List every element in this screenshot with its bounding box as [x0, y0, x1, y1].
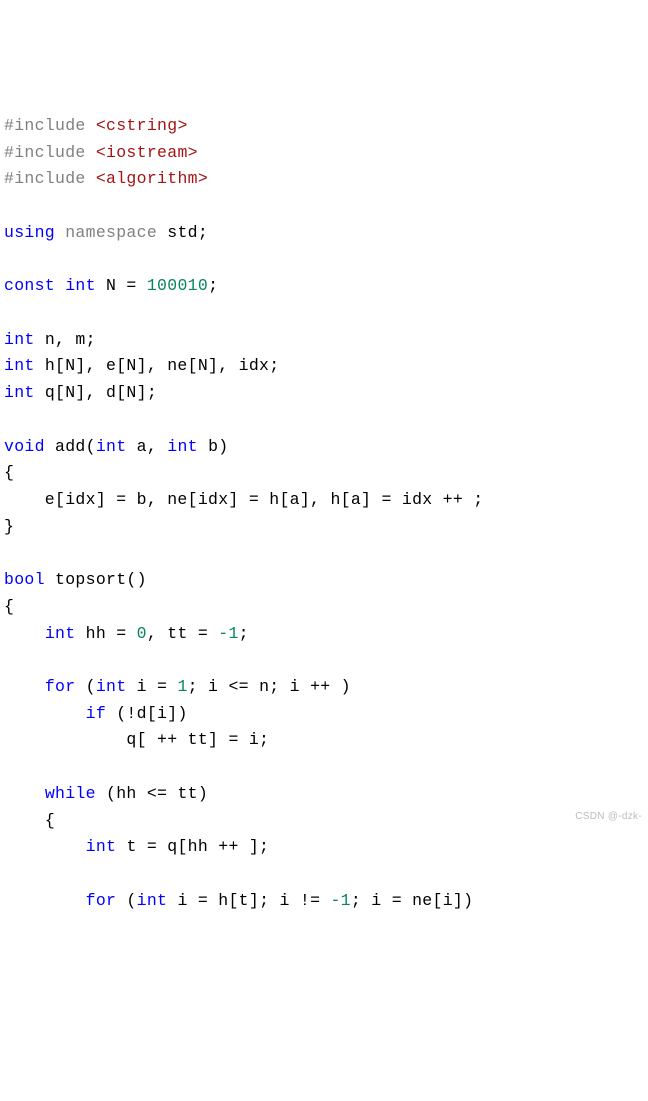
code-block: #include <cstring> #include <iostream> #…: [4, 113, 644, 915]
hash-include: #include: [4, 143, 86, 162]
int-kw: int: [167, 437, 198, 456]
semi: ;: [239, 624, 249, 643]
arrays1: h[N], e[N], ne[N], idx;: [45, 356, 280, 375]
bool-kw: bool: [4, 570, 45, 589]
if-kw: if: [86, 704, 106, 723]
int-kw: int: [4, 356, 35, 375]
std-ident: std;: [167, 223, 208, 242]
t-decl: t = q[hh ++ ];: [126, 837, 269, 856]
while-kw: while: [45, 784, 96, 803]
header-algorithm: <algorithm>: [96, 169, 208, 188]
for2-var: i = h[t]; i !=: [177, 891, 330, 910]
using-kw: using: [4, 223, 55, 242]
int-kw: int: [137, 891, 168, 910]
if-cond: (!d[i]): [106, 704, 188, 723]
preproc-line: #include <iostream>: [4, 143, 198, 162]
preproc-line: #include <cstring>: [4, 116, 188, 135]
n-val: 100010: [147, 276, 208, 295]
lbrace: {: [4, 597, 14, 616]
int-kw: int: [96, 437, 127, 456]
watermark-text: CSDN @-dzk-: [575, 809, 642, 825]
add-body: e[idx] = b, ne[idx] = h[a], h[a] = idx +…: [4, 490, 483, 509]
void-kw: void: [4, 437, 45, 456]
arrays2: q[N], d[N];: [45, 383, 157, 402]
q-assign: q[ ++ tt] = i;: [126, 730, 269, 749]
semi: ;: [208, 276, 218, 295]
for2-rest: ; i = ne[i]): [351, 891, 473, 910]
for-cond: ; i <= n; i ++ ): [188, 677, 351, 696]
using-line: using namespace std;: [4, 223, 208, 242]
hash-include: #include: [4, 169, 86, 188]
func-sig: void add(int a, int b): [4, 437, 228, 456]
neg1: -1: [330, 891, 350, 910]
decl-line: int h[N], e[N], ne[N], idx;: [4, 356, 279, 375]
for-kw: for: [86, 891, 117, 910]
decl-line: int n, m;: [4, 330, 96, 349]
tt-decl: , tt =: [147, 624, 218, 643]
int-kw: int: [65, 276, 96, 295]
while-cond: (hh <= tt): [96, 784, 208, 803]
namespace-kw: namespace: [65, 223, 157, 242]
param-a: a,: [137, 437, 168, 456]
preproc-line: #include <algorithm>: [4, 169, 208, 188]
func-sig: bool topsort(): [4, 570, 147, 589]
neg1: -1: [218, 624, 238, 643]
for-var: i =: [137, 677, 178, 696]
one: 1: [177, 677, 187, 696]
add-name: add(: [55, 437, 96, 456]
for-kw: for: [45, 677, 76, 696]
int-kw: int: [4, 330, 35, 349]
header-cstring: <cstring>: [96, 116, 188, 135]
nm-decl: n, m;: [45, 330, 96, 349]
const-kw: const: [4, 276, 55, 295]
n-decl: N =: [106, 276, 147, 295]
rbrace: }: [4, 517, 14, 536]
hh-decl: hh =: [86, 624, 137, 643]
int-kw: int: [4, 383, 35, 402]
param-b: b): [208, 437, 228, 456]
int-kw: int: [45, 624, 76, 643]
lbrace: {: [4, 463, 14, 482]
topsort-name: topsort(): [55, 570, 147, 589]
for2-init: (: [116, 891, 136, 910]
header-iostream: <iostream>: [96, 143, 198, 162]
int-kw: int: [96, 677, 127, 696]
decl-line: int q[N], d[N];: [4, 383, 157, 402]
const-line: const int N = 100010;: [4, 276, 218, 295]
int-kw: int: [86, 837, 117, 856]
for-init: (: [75, 677, 95, 696]
zero: 0: [137, 624, 147, 643]
lbrace: {: [45, 811, 55, 830]
hash-include: #include: [4, 116, 86, 135]
